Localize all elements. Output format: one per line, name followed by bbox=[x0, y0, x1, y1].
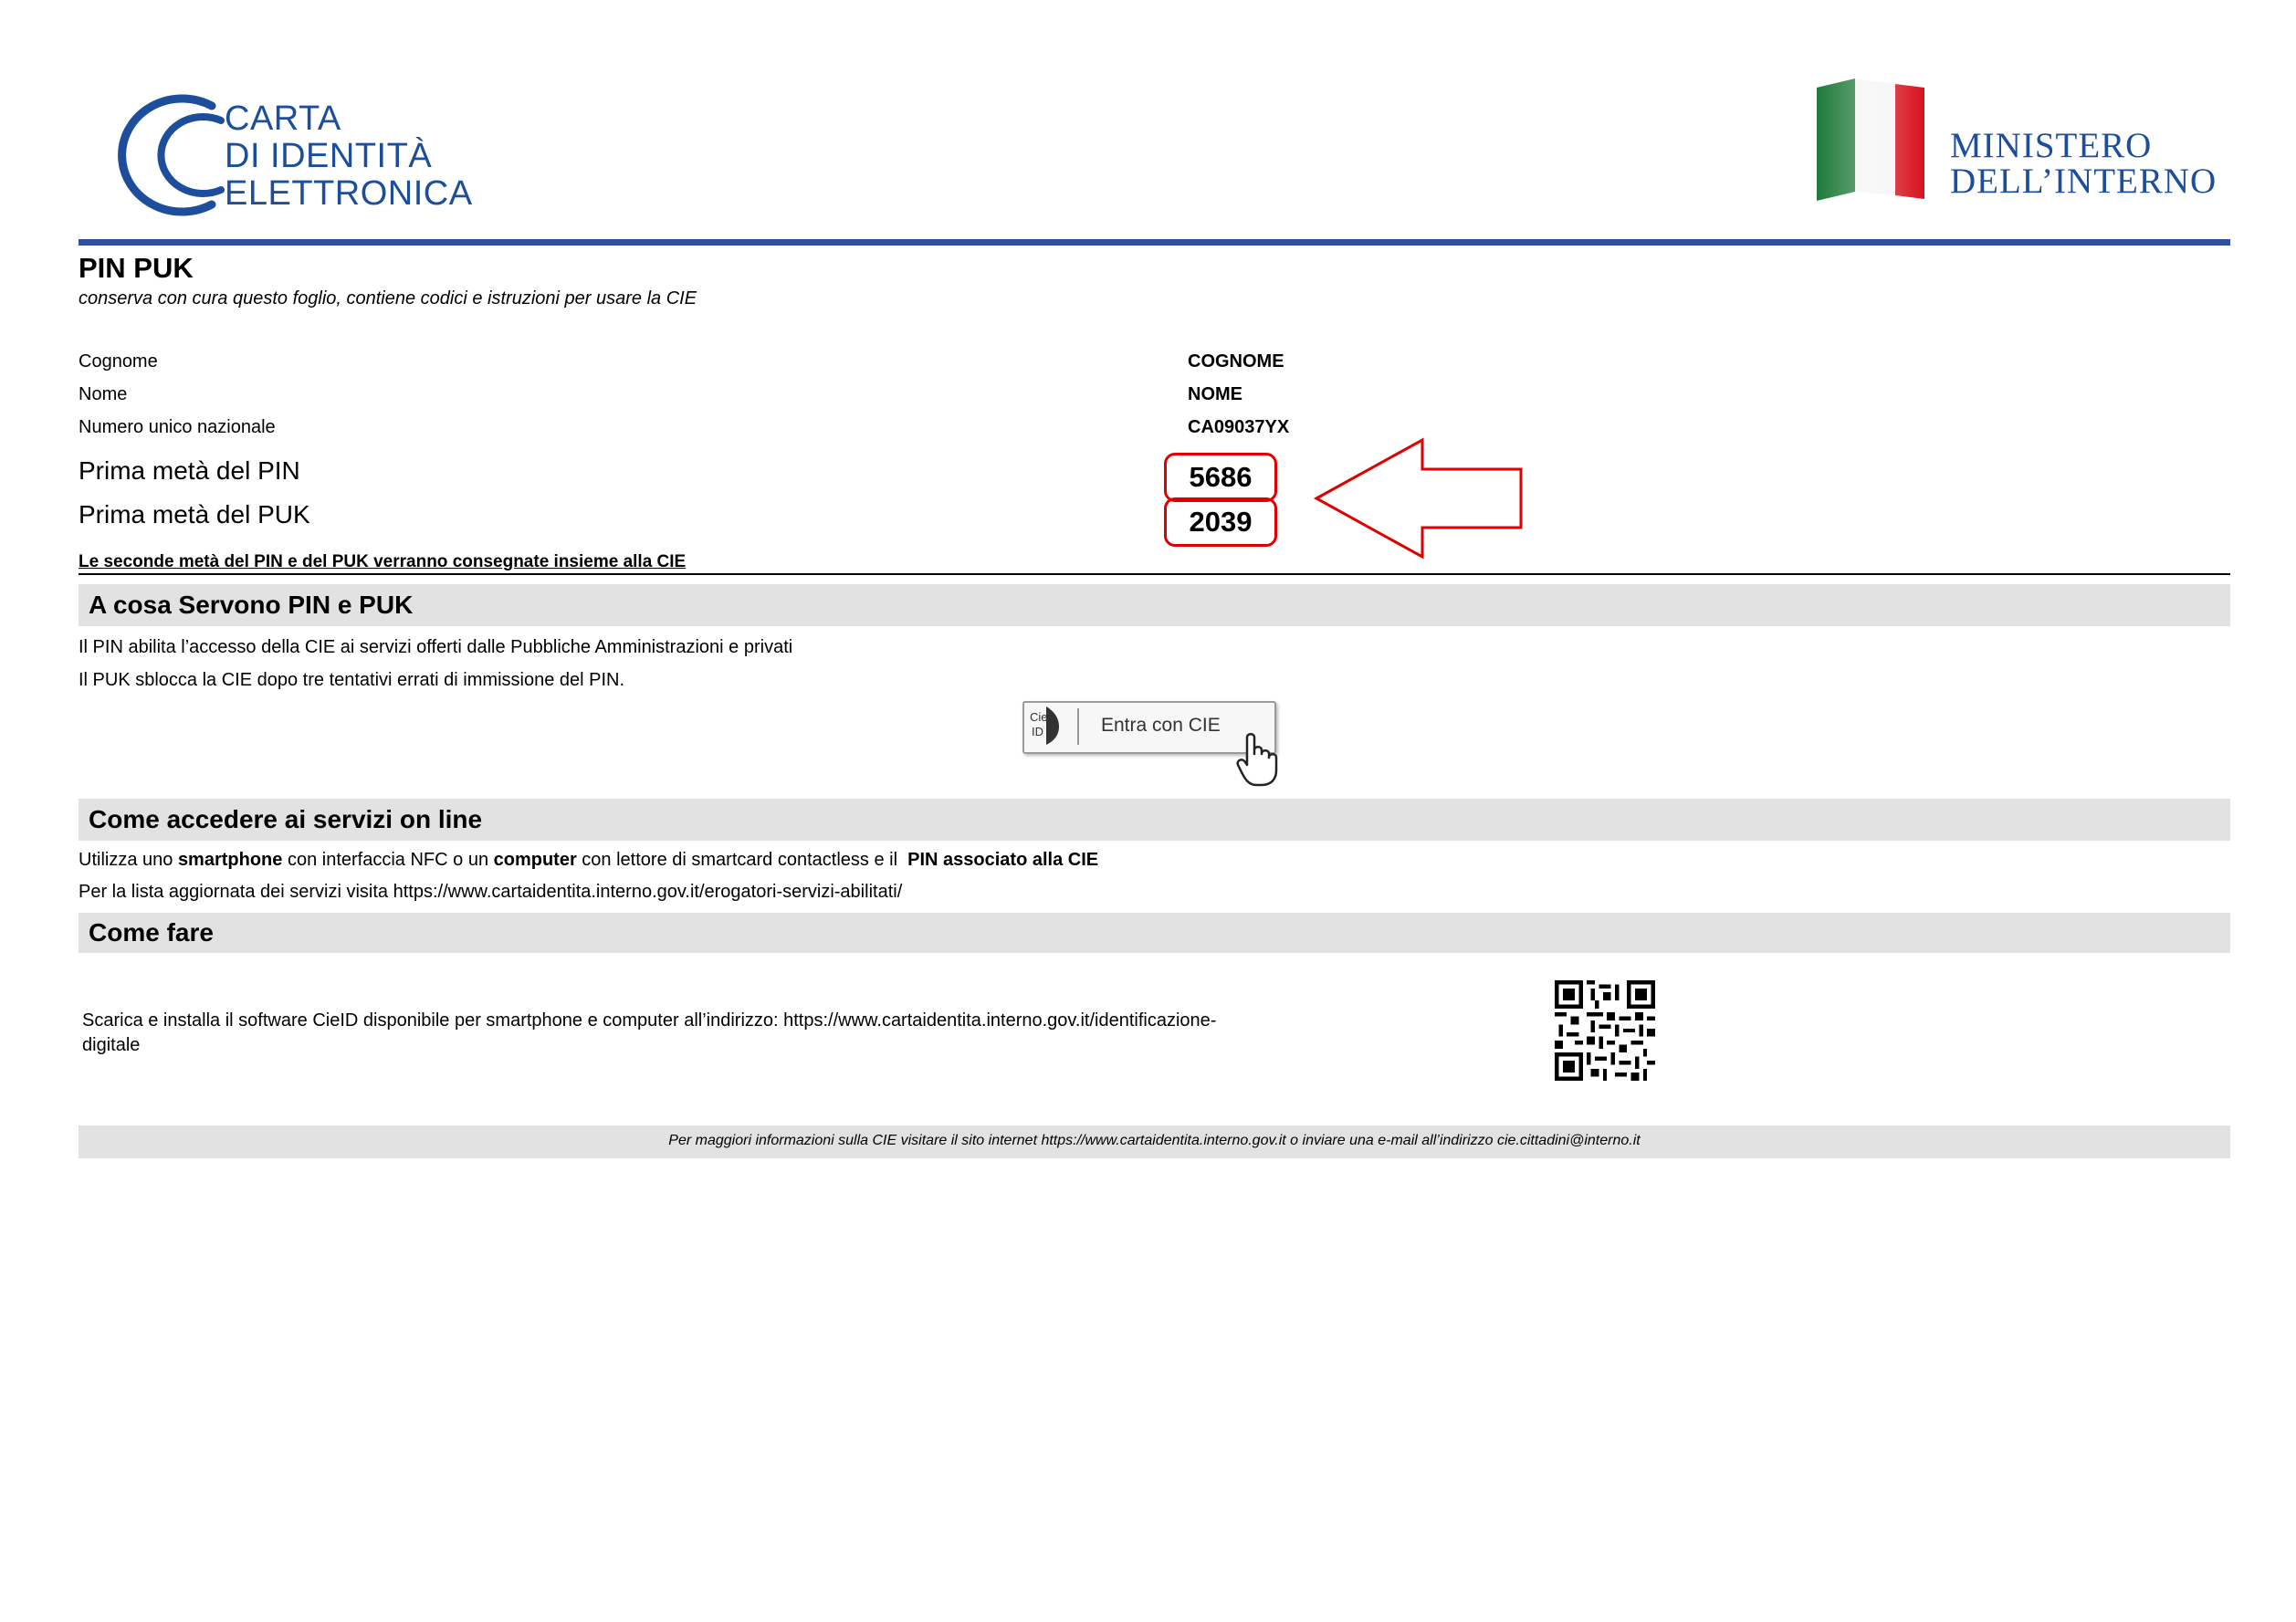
cie-logo-line: DI IDENTITÀ bbox=[225, 137, 433, 175]
pin-first-half: 5686 bbox=[1164, 453, 1277, 502]
name-value: NOME bbox=[1188, 384, 1242, 404]
cie-logo-line: CARTA bbox=[225, 99, 341, 138]
footer-text: Per maggiori informazioni sulla CIE visi… bbox=[668, 1133, 1641, 1148]
text-fragment: Utilizza uno bbox=[79, 850, 178, 870]
text-fragment: con interfaccia NFC o un bbox=[282, 850, 494, 870]
ministry-logo-text: MINISTERO DELL’INTERNO bbox=[1950, 128, 2217, 199]
ministry-logo-line: MINISTERO bbox=[1950, 126, 2153, 165]
cie-id-mark-text: Cie bbox=[1030, 710, 1048, 724]
pointer-hand-icon bbox=[1236, 733, 1278, 787]
section-title-purpose: A cosa Servono PIN e PUK bbox=[89, 591, 414, 619]
section-bar-howto bbox=[79, 913, 2230, 953]
cie-id-mark-text: ID bbox=[1032, 725, 1043, 738]
howto-text-line: digitale bbox=[82, 1035, 141, 1055]
italian-flag-icon bbox=[1817, 78, 1924, 201]
qr-code-icon bbox=[1555, 980, 1655, 1081]
cie-id-icon: Cie ID bbox=[1030, 706, 1059, 745]
section-title-howto: Come fare bbox=[89, 918, 214, 947]
text-fragment: con lettore di smartcard contactless e i… bbox=[576, 850, 908, 870]
document-subtitle: conserva con cura questo foglio, contien… bbox=[79, 288, 697, 309]
header-rule bbox=[79, 239, 2230, 246]
surname-value: COGNOME bbox=[1188, 351, 1284, 371]
puk-purpose-text: Il PUK sblocca la CIE dopo tre tentativi… bbox=[79, 670, 625, 690]
puk-first-half: 2039 bbox=[1164, 497, 1277, 547]
cie-logo-line: ELETTRONICA bbox=[225, 174, 473, 213]
text-fragment-bold: computer bbox=[493, 850, 577, 870]
services-list-text: Per la lista aggiornata dei servizi visi… bbox=[79, 882, 903, 902]
document-title: PIN PUK bbox=[79, 252, 194, 284]
ministry-logo-line: DELL’INTERNO bbox=[1950, 162, 2217, 201]
text-fragment-bold: smartphone bbox=[177, 850, 283, 870]
howto-text-line: Scarica e installa il software CieID dis… bbox=[82, 1010, 1217, 1031]
pin-label: Prima metà del PIN bbox=[79, 456, 300, 485]
cie-logo-text: CARTA DI IDENTITÀ ELETTRONICA bbox=[225, 100, 473, 213]
button-separator bbox=[1077, 708, 1079, 745]
surname-label: Cognome bbox=[79, 351, 158, 371]
national-number-label: Numero unico nazionale bbox=[79, 417, 276, 437]
section-title-access: Come accedere ai servizi on line bbox=[89, 805, 483, 833]
codes-note: Le seconde metà del PIN e del PUK verran… bbox=[79, 552, 687, 571]
puk-label: Prima metà del PUK bbox=[79, 500, 310, 528]
national-number-value: CA09037YX bbox=[1188, 417, 1290, 437]
pin-purpose-text: Il PIN abilita l’accesso della CIE ai se… bbox=[79, 637, 793, 657]
divider bbox=[79, 573, 2230, 575]
arrow-left-icon bbox=[1313, 437, 1523, 560]
entra-con-cie-label: Entra con CIE bbox=[1101, 715, 1221, 736]
access-instructions: Utilizza uno smartphone con interfaccia … bbox=[79, 850, 1098, 871]
text-fragment-bold: PIN associato alla CIE bbox=[907, 850, 1099, 870]
name-label: Nome bbox=[79, 384, 128, 404]
